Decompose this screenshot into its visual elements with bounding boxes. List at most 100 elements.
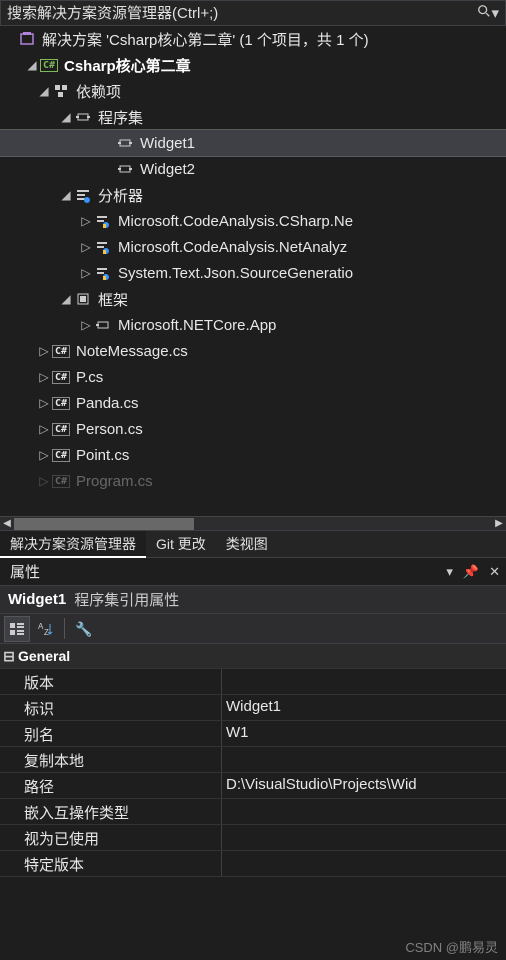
property-label: 特定版本 <box>0 851 222 876</box>
chevron-right-icon[interactable]: ▷ <box>36 474 52 488</box>
widget2-label: Widget2 <box>140 161 195 178</box>
property-row[interactable]: 版本 <box>0 669 506 695</box>
analyzer-label: Microsoft.CodeAnalysis.NetAnalyz <box>118 239 347 256</box>
wrench-button[interactable]: 🔧 <box>71 616 97 642</box>
cs-file-node[interactable]: ▷ C# Person.cs <box>0 416 506 442</box>
chevron-right-icon[interactable]: ▷ <box>36 344 52 358</box>
chevron-right-icon[interactable]: ▷ <box>78 214 94 228</box>
chevron-down-icon[interactable]: ◢ <box>58 292 74 306</box>
category-label: General <box>18 648 70 664</box>
property-value[interactable] <box>222 799 506 824</box>
chevron-down-icon[interactable]: ◢ <box>24 58 40 72</box>
property-category[interactable]: ⊟ General <box>0 644 506 669</box>
pin-icon[interactable]: 📌 <box>463 564 479 580</box>
properties-item-type: 程序集引用属性 <box>74 589 179 610</box>
chevron-right-icon[interactable]: ▷ <box>78 266 94 280</box>
assemblies-node[interactable]: ◢ 程序集 <box>0 104 506 130</box>
csharp-project-icon: C# <box>40 56 58 74</box>
framework-item[interactable]: ▷ Microsoft.NETCore.App <box>0 312 506 338</box>
panel-tabs: 解决方案资源管理器 Git 更改 类视图 <box>0 530 506 558</box>
analyzers-node[interactable]: ◢ 分析器 <box>0 182 506 208</box>
property-value[interactable] <box>222 825 506 850</box>
cs-file-node[interactable]: ▷ C# Point.cs <box>0 442 506 468</box>
widget1-node[interactable]: Widget1 <box>0 130 506 156</box>
chevron-right-icon[interactable]: ▷ <box>36 448 52 462</box>
file-label: Program.cs <box>76 473 153 490</box>
property-value[interactable] <box>222 851 506 876</box>
csharp-file-icon: C# <box>52 420 70 438</box>
chevron-down-icon[interactable]: ◢ <box>58 188 74 202</box>
chevron-right-icon[interactable]: ▷ <box>36 396 52 410</box>
alphabetical-button[interactable]: AZ <box>32 616 58 642</box>
csharp-file-icon: C# <box>52 368 70 386</box>
window-options-icon[interactable]: ▾ <box>446 564 453 580</box>
solution-icon <box>18 30 36 48</box>
assemblies-label: 程序集 <box>98 107 143 128</box>
solution-explorer-tree[interactable]: 解决方案 'Csharp核心第二章' (1 个项目，共 1 个) ◢ C# Cs… <box>0 26 506 516</box>
close-icon[interactable]: ✕ <box>489 564 500 580</box>
property-row[interactable]: 别名W1 <box>0 721 506 747</box>
property-row[interactable]: 路径D:\VisualStudio\Projects\Wid <box>0 773 506 799</box>
property-value[interactable] <box>222 747 506 772</box>
scroll-right-icon[interactable]: ▶ <box>492 517 506 531</box>
property-row[interactable]: 嵌入互操作类型 <box>0 799 506 825</box>
frameworks-node[interactable]: ◢ 框架 <box>0 286 506 312</box>
property-row[interactable]: 复制本地 <box>0 747 506 773</box>
chevron-right-icon[interactable]: ▷ <box>36 370 52 384</box>
search-input[interactable] <box>7 5 471 22</box>
dependencies-icon <box>52 82 70 100</box>
horizontal-scrollbar[interactable]: ◀ ▶ <box>0 516 506 530</box>
property-label: 标识 <box>0 695 222 720</box>
categorized-button[interactable] <box>4 616 30 642</box>
project-node[interactable]: ◢ C# Csharp核心第二章 <box>0 52 506 78</box>
framework-label: Microsoft.NETCore.App <box>118 317 276 334</box>
properties-title: 属性 <box>10 561 40 582</box>
property-value[interactable]: Widget1 <box>222 695 506 720</box>
tab-class-view[interactable]: 类视图 <box>216 531 278 557</box>
property-label: 视为已使用 <box>0 825 222 850</box>
widget2-node[interactable]: Widget2 <box>0 156 506 182</box>
property-row[interactable]: 视为已使用 <box>0 825 506 851</box>
cs-file-node[interactable]: ▷ C# Program.cs <box>0 468 506 494</box>
assembly-ref-icon <box>94 316 112 334</box>
file-label: Panda.cs <box>76 395 139 412</box>
collapse-icon[interactable]: ⊟ <box>0 648 18 665</box>
file-label: Point.cs <box>76 447 129 464</box>
properties-object-header[interactable]: Widget1 程序集引用属性 <box>0 586 506 614</box>
property-row[interactable]: 标识Widget1 <box>0 695 506 721</box>
solution-label: 解决方案 'Csharp核心第二章' (1 个项目，共 1 个) <box>42 29 369 50</box>
analyzer-item-1[interactable]: ▷ Microsoft.CodeAnalysis.CSharp.Ne <box>0 208 506 234</box>
cs-file-node[interactable]: ▷ C# Panda.cs <box>0 390 506 416</box>
chevron-right-icon[interactable]: ▷ <box>78 318 94 332</box>
analyzer-item-2[interactable]: ▷ Microsoft.CodeAnalysis.NetAnalyz <box>0 234 506 260</box>
tab-git-changes[interactable]: Git 更改 <box>146 531 216 557</box>
analyzer-label: Microsoft.CodeAnalysis.CSharp.Ne <box>118 213 353 230</box>
property-label: 路径 <box>0 773 222 798</box>
search-icon[interactable]: ▾ <box>477 4 499 22</box>
file-label: NoteMessage.cs <box>76 343 188 360</box>
assembly-ref-icon <box>116 160 134 178</box>
chevron-right-icon[interactable]: ▷ <box>78 240 94 254</box>
widget1-label: Widget1 <box>140 135 195 152</box>
dependencies-node[interactable]: ◢ 依赖项 <box>0 78 506 104</box>
property-value[interactable]: W1 <box>222 721 506 746</box>
analyzers-icon <box>74 186 92 204</box>
chevron-right-icon[interactable]: ▷ <box>36 422 52 436</box>
analyzer-item-3[interactable]: ▷ System.Text.Json.SourceGeneratio <box>0 260 506 286</box>
csharp-file-icon: C# <box>52 472 70 490</box>
solution-node[interactable]: 解决方案 'Csharp核心第二章' (1 个项目，共 1 个) <box>0 26 506 52</box>
cs-file-node[interactable]: ▷ C# NoteMessage.cs <box>0 338 506 364</box>
assembly-ref-icon <box>116 134 134 152</box>
scroll-left-icon[interactable]: ◀ <box>0 517 14 531</box>
chevron-down-icon[interactable]: ◢ <box>36 84 52 98</box>
tab-solution-explorer[interactable]: 解决方案资源管理器 <box>0 531 146 558</box>
properties-item-name: Widget1 <box>8 591 66 608</box>
cs-file-node[interactable]: ▷ C# P.cs <box>0 364 506 390</box>
properties-header: 属性 ▾ 📌 ✕ <box>0 558 506 586</box>
search-bar: ▾ <box>0 0 506 26</box>
property-row[interactable]: 特定版本 <box>0 851 506 877</box>
chevron-down-icon[interactable]: ◢ <box>58 110 74 124</box>
property-value[interactable]: D:\VisualStudio\Projects\Wid <box>222 773 506 798</box>
property-value[interactable] <box>222 669 506 694</box>
analyzers-label: 分析器 <box>98 185 143 206</box>
